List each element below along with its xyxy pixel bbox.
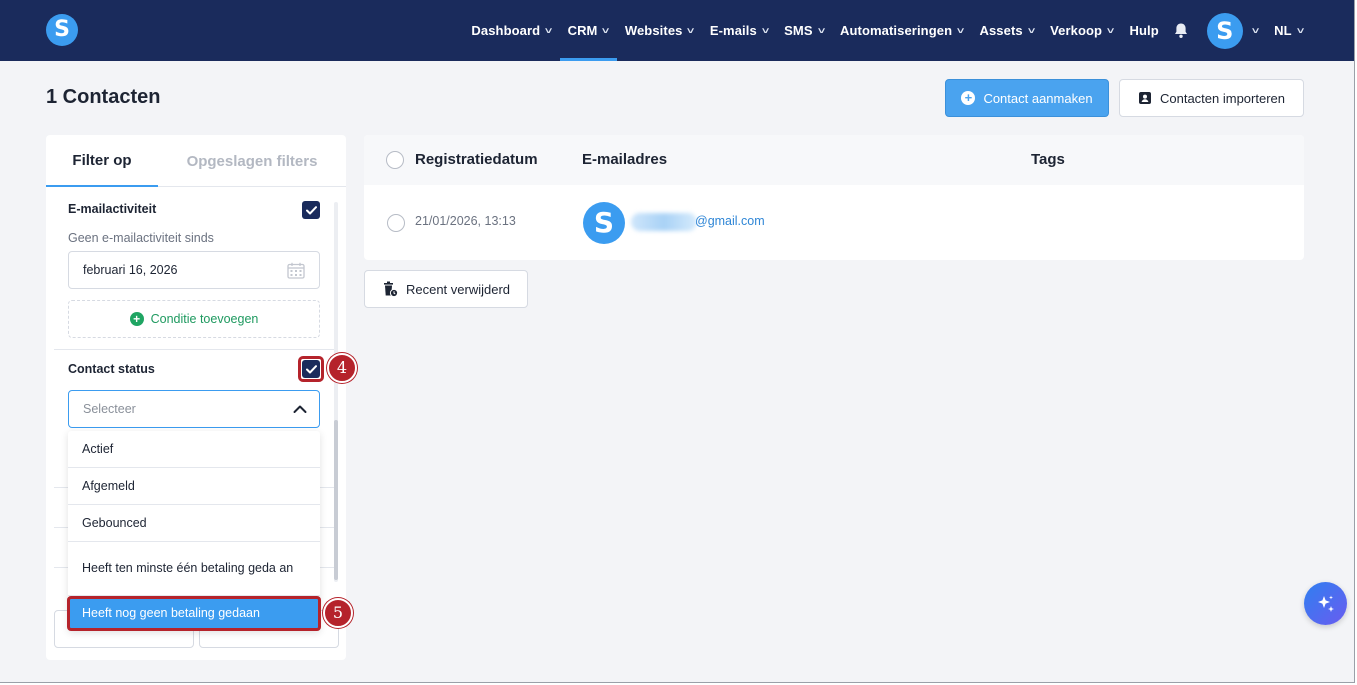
nav-dashboard[interactable]: Dashboard ˅	[463, 0, 559, 61]
tab-saved-filters[interactable]: Opgeslagen filters	[168, 135, 336, 187]
chevron-down-icon: ˅	[687, 25, 695, 36]
app-window: S Dashboard ˅ CRM ˅ Websites ˅ E-mails ˅ SMS…	[0, 0, 1355, 683]
add-condition-button[interactable]: + Conditie toevoegen	[68, 300, 320, 338]
column-registratiedatum[interactable]: Registratiedatum	[415, 151, 538, 168]
top-nav-bar: S Dashboard ˅ CRM ˅ Websites ˅ E-mails ˅ SMS…	[0, 0, 1354, 61]
email-activity-checkbox[interactable]	[302, 201, 320, 219]
nav-label: E-mails	[709, 23, 757, 38]
filter-tabs: Filter op Opgeslagen filters	[46, 135, 346, 187]
language-label: NL	[1274, 23, 1292, 38]
avatar-menu-toggle[interactable]: ˅	[1243, 0, 1266, 61]
row-email[interactable]: @gmail.com	[695, 214, 765, 228]
filter-scrollbar-thumb[interactable]	[334, 420, 338, 580]
nav-label: CRM	[567, 23, 598, 38]
contact-card-icon	[1138, 92, 1151, 104]
select-placeholder: Selecteer	[83, 402, 136, 416]
nav-label: SMS	[784, 23, 813, 38]
check-icon	[305, 364, 317, 373]
step-5-badge: 5	[323, 598, 353, 628]
contact-status-select[interactable]: Selecteer	[68, 390, 320, 428]
create-contact-button[interactable]: + Contact aanmaken	[945, 79, 1109, 117]
nav-label: Dashboard	[471, 23, 541, 38]
import-contacts-label: Contacten importeren	[1159, 90, 1285, 106]
chevron-down-icon: ˅	[1296, 25, 1305, 36]
chevron-down-icon: ˅	[1251, 25, 1260, 36]
ai-assistant-button[interactable]	[1304, 582, 1347, 625]
main-nav: Dashboard ˅ CRM ˅ Websites ˅ E-mails ˅ SMS ˅ …	[463, 0, 1354, 61]
contact-avatar: S	[583, 202, 625, 244]
contact-status-dropdown: Actief Afgemeld Gebounced Heeft ten mins…	[68, 431, 320, 631]
option-geen-betaling[interactable]: Heeft nog geen betaling gedaan	[68, 597, 320, 630]
column-tags[interactable]: Tags	[1031, 151, 1065, 168]
plus-circle-icon: +	[961, 91, 976, 105]
chevron-down-icon: ˅	[1027, 25, 1036, 36]
create-contact-label: Contact aanmaken	[983, 90, 1093, 106]
add-condition-label: Conditie toevoegen	[150, 312, 259, 326]
contact-status-title: Contact status	[68, 362, 155, 376]
sparkle-icon	[1317, 595, 1334, 612]
table-header: Registratiedatum E-mailadres Tags	[364, 135, 1304, 185]
nav-assets[interactable]: Assets ˅	[971, 0, 1042, 61]
check-icon	[305, 205, 317, 214]
nav-websites[interactable]: Websites ˅	[617, 0, 702, 61]
nav-label: Automatiseringen	[840, 23, 953, 38]
chevron-up-icon	[293, 403, 307, 417]
date-input[interactable]: februari 16, 2026	[68, 251, 320, 289]
row-registration-date: 21/01/2026, 13:13	[415, 214, 516, 228]
recent-deleted-label: Recent verwijderd	[405, 281, 511, 297]
chevron-down-icon: ˅	[1107, 25, 1115, 36]
contacts-table: Registratiedatum E-mailadres Tags 21/01/…	[364, 135, 1304, 260]
language-selector[interactable]: NL ˅	[1266, 0, 1354, 61]
calendar-icon[interactable]	[287, 262, 305, 282]
row-select-radio[interactable]	[387, 214, 405, 232]
nav-automatiseringen[interactable]: Automatiseringen ˅	[832, 0, 971, 61]
user-avatar[interactable]: S	[1206, 12, 1243, 49]
plus-circle-icon: +	[129, 312, 144, 326]
bell-icon[interactable]	[1173, 22, 1189, 39]
import-contacts-button[interactable]: Contacten importeren	[1119, 79, 1304, 117]
tab-filter-op[interactable]: Filter op	[46, 135, 158, 187]
page-title: 1 Contacten	[46, 86, 161, 108]
nav-hulp[interactable]: Hulp	[1121, 0, 1166, 61]
nav-label: Hulp	[1129, 23, 1159, 38]
email-activity-sub-label: Geen e-mailactiviteit sinds	[68, 231, 214, 245]
chevron-down-icon: ˅	[545, 25, 553, 36]
app-logo[interactable]: S	[46, 14, 78, 46]
nav-label: Websites	[624, 23, 683, 38]
step-4-badge: 4	[327, 353, 357, 383]
nav-label: Verkoop	[1050, 23, 1103, 38]
nav-verkoop[interactable]: Verkoop ˅	[1042, 0, 1121, 61]
contact-status-checkbox[interactable]	[302, 360, 320, 378]
recent-deleted-button[interactable]: Recent verwijderd	[364, 270, 528, 308]
chevron-down-icon: ˅	[602, 25, 610, 36]
trash-clock-icon	[383, 281, 398, 297]
nav-emails[interactable]: E-mails ˅	[702, 0, 776, 61]
option-afgemeld[interactable]: Afgemeld	[68, 468, 320, 505]
date-value: februari 16, 2026	[83, 263, 178, 277]
nav-crm[interactable]: CRM ˅	[559, 0, 618, 61]
email-redacted	[631, 213, 697, 231]
select-all-radio[interactable]	[386, 151, 404, 169]
option-betaling-gedaan[interactable]: Heeft ten minste één betaling geda an	[68, 542, 320, 596]
chevron-down-icon: ˅	[761, 25, 770, 36]
column-emailadres[interactable]: E-mailadres	[582, 151, 667, 168]
email-activity-title: E-mailactiviteit	[68, 202, 157, 216]
option-gebounced[interactable]: Gebounced	[68, 505, 320, 542]
nav-sms[interactable]: SMS ˅	[776, 0, 832, 61]
chevron-down-icon: ˅	[957, 25, 965, 36]
option-actief[interactable]: Actief	[68, 431, 320, 468]
nav-label: Assets	[979, 23, 1023, 38]
chevron-down-icon: ˅	[817, 25, 826, 36]
section-divider	[54, 349, 334, 350]
